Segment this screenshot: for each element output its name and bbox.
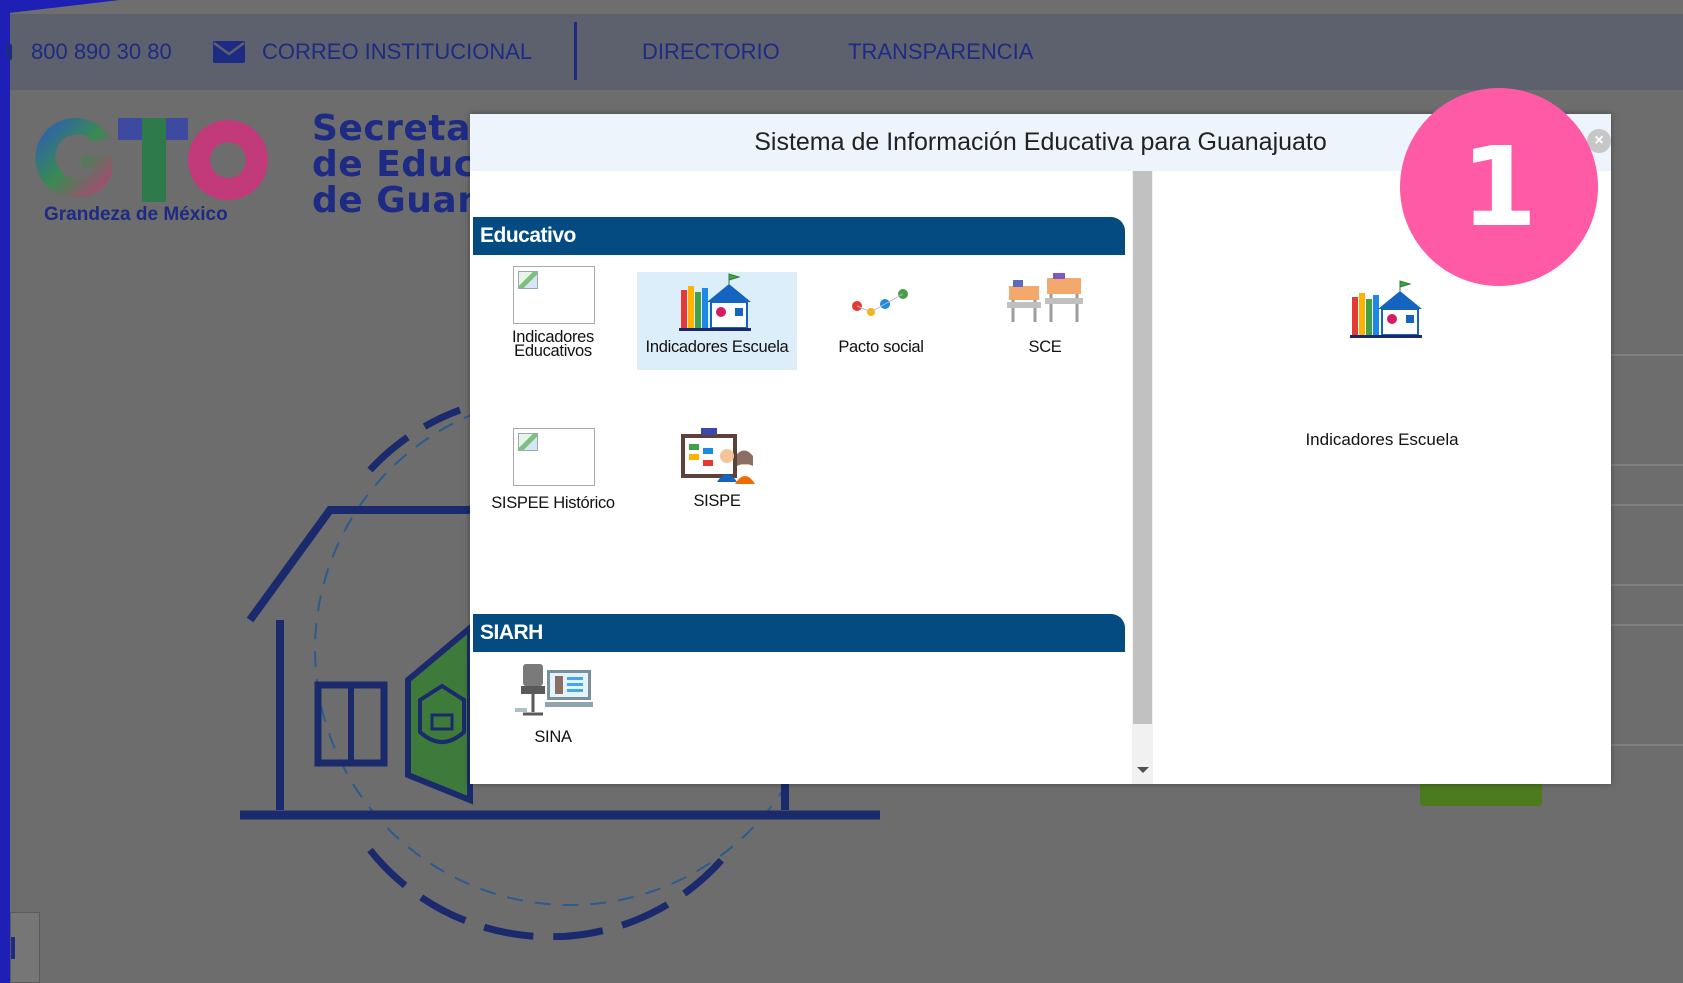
app-label: Pacto social — [838, 338, 924, 356]
office-desk-icon — [515, 664, 593, 716]
apps-scrollbar[interactable] — [1132, 171, 1153, 784]
left-edge-bar — [0, 0, 10, 983]
app-label: SISPEE Histórico — [491, 494, 615, 512]
app-tile-sce[interactable]: SCE — [965, 272, 1125, 372]
app-tile-sispee-historico[interactable]: SISPEE Histórico — [473, 428, 633, 528]
broken-image-icon — [513, 266, 595, 324]
app-tile-indicadores-educativos[interactable]: Indicadores Educativos — [473, 266, 633, 366]
scrollbar-thumb[interactable] — [1133, 171, 1152, 724]
school-desks-icon — [1007, 273, 1083, 322]
phone-icon — [6, 14, 20, 90]
secretaria-title-line-1: Secretar — [312, 108, 490, 149]
left-corner-accent — [0, 0, 120, 14]
feedback-side-tab[interactable] — [10, 912, 40, 983]
school-house-icon[interactable] — [1348, 279, 1428, 339]
app-label: SCE — [1028, 338, 1062, 356]
apps-list-pane: Educativo Indicadores Educativos Indicad… — [470, 171, 1132, 784]
step-number-badge: 1 — [1400, 88, 1598, 286]
logo-tagline: Grandeza de México — [44, 204, 228, 225]
topbar-divider — [574, 22, 577, 80]
app-label: SISPE — [693, 492, 741, 510]
app-label: SINA — [534, 728, 572, 746]
pacto-dots-icon — [852, 289, 908, 316]
nav-transparencia[interactable]: TRANSPARENCIA — [848, 14, 1033, 90]
envelope-icon — [212, 14, 246, 90]
nav-directorio[interactable]: DIRECTORIO — [642, 14, 780, 90]
section-header-educativo: Educativo — [473, 217, 1125, 255]
school-house-icon — [679, 273, 751, 331]
app-tile-pacto-social[interactable]: Pacto social — [801, 272, 961, 372]
app-label: Indicadores Escuela — [645, 338, 789, 356]
phone-number[interactable]: 800 890 30 80 — [31, 14, 172, 90]
app-tile-sina[interactable]: SINA — [473, 662, 633, 762]
gto-logo[interactable] — [32, 108, 272, 213]
broken-image-icon — [513, 428, 595, 486]
teachers-board-icon — [681, 428, 755, 484]
app-tile-indicadores-escuela[interactable]: Indicadores Escuela — [637, 272, 797, 370]
email-link[interactable]: CORREO INSTITUCIONAL — [262, 14, 532, 90]
app-label: Indicadores Educativos — [511, 328, 594, 360]
app-tile-sispe[interactable]: SISPE — [637, 426, 797, 526]
top-contact-bar: 800 890 30 80 CORREO INSTITUCIONAL DIREC… — [6, 14, 1683, 90]
preview-app-label[interactable]: Indicadores Escuela — [1153, 430, 1611, 450]
section-header-siarh: SIARH — [473, 614, 1125, 652]
scroll-down-arrow-icon[interactable] — [1132, 756, 1153, 784]
